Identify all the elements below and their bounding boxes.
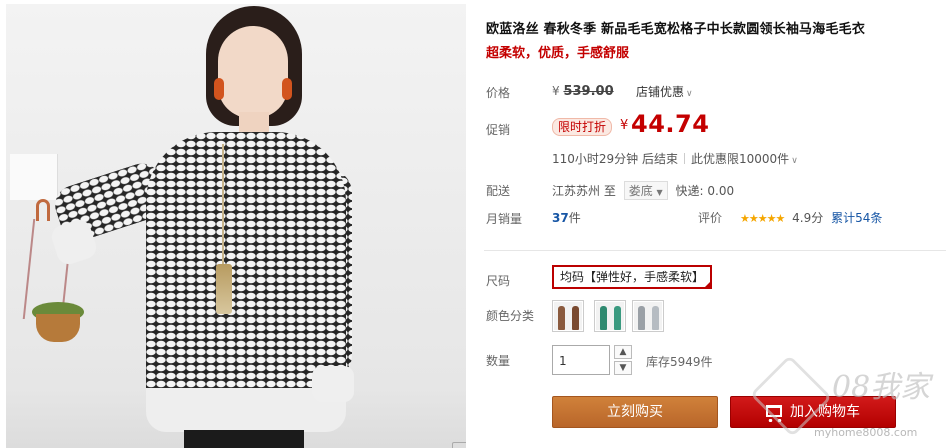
swatch-thumbnail — [554, 302, 582, 330]
shipping-label: 配送 — [486, 184, 511, 198]
promo-limit[interactable]: 此优惠限10000件 — [691, 152, 789, 166]
swatch-figure — [557, 306, 565, 330]
promo-price: 44.74 — [631, 110, 710, 138]
separator — [684, 153, 685, 164]
model-face — [218, 26, 288, 118]
product-page: 欧蓝洛丝 春秋冬季 新品毛毛宽松格子中长款圆领长袖马海毛毛衣 超柔软，优质，手感… — [0, 0, 946, 448]
selected-check-icon — [703, 280, 713, 289]
swatch-figure — [637, 306, 645, 330]
color-swatch-3[interactable] — [632, 300, 664, 332]
size-option-selected[interactable]: 均码【弹性好，手感柔软】 — [552, 265, 713, 289]
monthly-sales-unit: 件 — [568, 211, 581, 225]
color-label: 颜色分类 — [486, 309, 535, 323]
product-main-image[interactable] — [6, 4, 466, 448]
countdown-text: 110小时29分钟 后结束 — [552, 152, 678, 166]
original-price-value: 539.00 — [563, 84, 614, 99]
swatch-thumbnail — [634, 302, 662, 330]
model-legs — [184, 430, 304, 448]
chevron-down-icon[interactable]: ∨ — [791, 156, 798, 166]
buy-now-button[interactable]: 立刻购买 — [552, 396, 718, 428]
product-info-panel: 欧蓝洛丝 春秋冬季 新品毛毛宽松格子中长款圆领长袖马海毛毛衣 超柔软，优质，手感… — [484, 0, 946, 448]
shipping-info: 江苏苏州 至 娄底 ▼ 快递: 0.00 — [552, 181, 734, 200]
monthly-sales: 37件 — [552, 209, 581, 226]
quantity-input[interactable]: 1 — [552, 345, 610, 375]
rating-score: 4.9分 — [792, 211, 824, 225]
add-to-cart-label: 加入购物车 — [790, 404, 860, 420]
product-subtitle: 超柔软，优质，手感舒服 — [486, 46, 630, 61]
size-label: 尺码 — [486, 274, 511, 288]
model-earring-right — [282, 78, 292, 100]
promo-countdown: 110小时29分钟 后结束 此优惠限10000件 ∨ — [552, 150, 798, 167]
swatch-figure — [613, 306, 621, 330]
rating-summary: ★★★★★ 4.9分 累计54条 — [740, 209, 882, 226]
original-currency: ¥ — [552, 84, 560, 98]
image-model — [6, 4, 466, 448]
zoom-icon[interactable] — [452, 442, 466, 448]
model-earring-left — [214, 78, 224, 100]
shop-discount-dropdown[interactable]: 店铺优惠 ∨ — [636, 83, 693, 100]
shipping-destination-select[interactable]: 娄底 ▼ — [623, 181, 668, 200]
color-swatch-1[interactable] — [552, 300, 584, 332]
quantity-increase-button[interactable]: ▲ — [614, 345, 632, 359]
divider — [484, 250, 946, 251]
swatch-figure — [651, 306, 659, 330]
quantity-decrease-button[interactable]: ▼ — [614, 361, 632, 375]
destination-value: 娄底 — [628, 184, 653, 198]
price-label: 价格 — [486, 86, 511, 100]
rating-label: 评价 — [698, 211, 723, 225]
swatch-figure — [571, 306, 579, 330]
stock-count: 库存5949件 — [646, 355, 713, 369]
shipping-fee: 快递: 0.00 — [675, 184, 735, 198]
size-option-text: 均码【弹性好，手感柔软】 — [560, 270, 705, 284]
original-price: ¥ 539.00 — [552, 84, 614, 99]
swatch-thumbnail — [596, 302, 624, 330]
monthly-sales-count: 37 — [552, 211, 569, 225]
quantity-label: 数量 — [486, 354, 511, 368]
monthly-sales-label: 月销量 — [486, 212, 523, 226]
caret-down-icon: ▼ — [656, 188, 663, 197]
chevron-down-icon: ∨ — [686, 89, 693, 99]
cart-icon — [766, 405, 784, 422]
necklace-tassel — [216, 264, 232, 314]
product-title: 欧蓝洛丝 春秋冬季 新品毛毛宽松格子中长款圆领长袖马海毛毛衣 — [486, 22, 866, 37]
promo-currency: ¥ — [620, 118, 629, 133]
promo-badge: 限时打折 — [552, 118, 613, 136]
add-to-cart-button[interactable]: 加入购物车 — [730, 396, 896, 428]
review-count-link[interactable]: 累计54条 — [831, 211, 882, 225]
shop-discount-label: 店铺优惠 — [636, 85, 685, 99]
swatch-figure — [599, 306, 607, 330]
color-swatch-2[interactable] — [594, 300, 626, 332]
shipping-to-word: 至 — [603, 184, 616, 198]
star-rating-icon: ★★★★★ — [740, 212, 785, 225]
promo-label: 促销 — [486, 123, 511, 137]
shipping-from: 江苏苏州 — [552, 184, 601, 198]
sweater-right-cuff — [312, 366, 354, 402]
